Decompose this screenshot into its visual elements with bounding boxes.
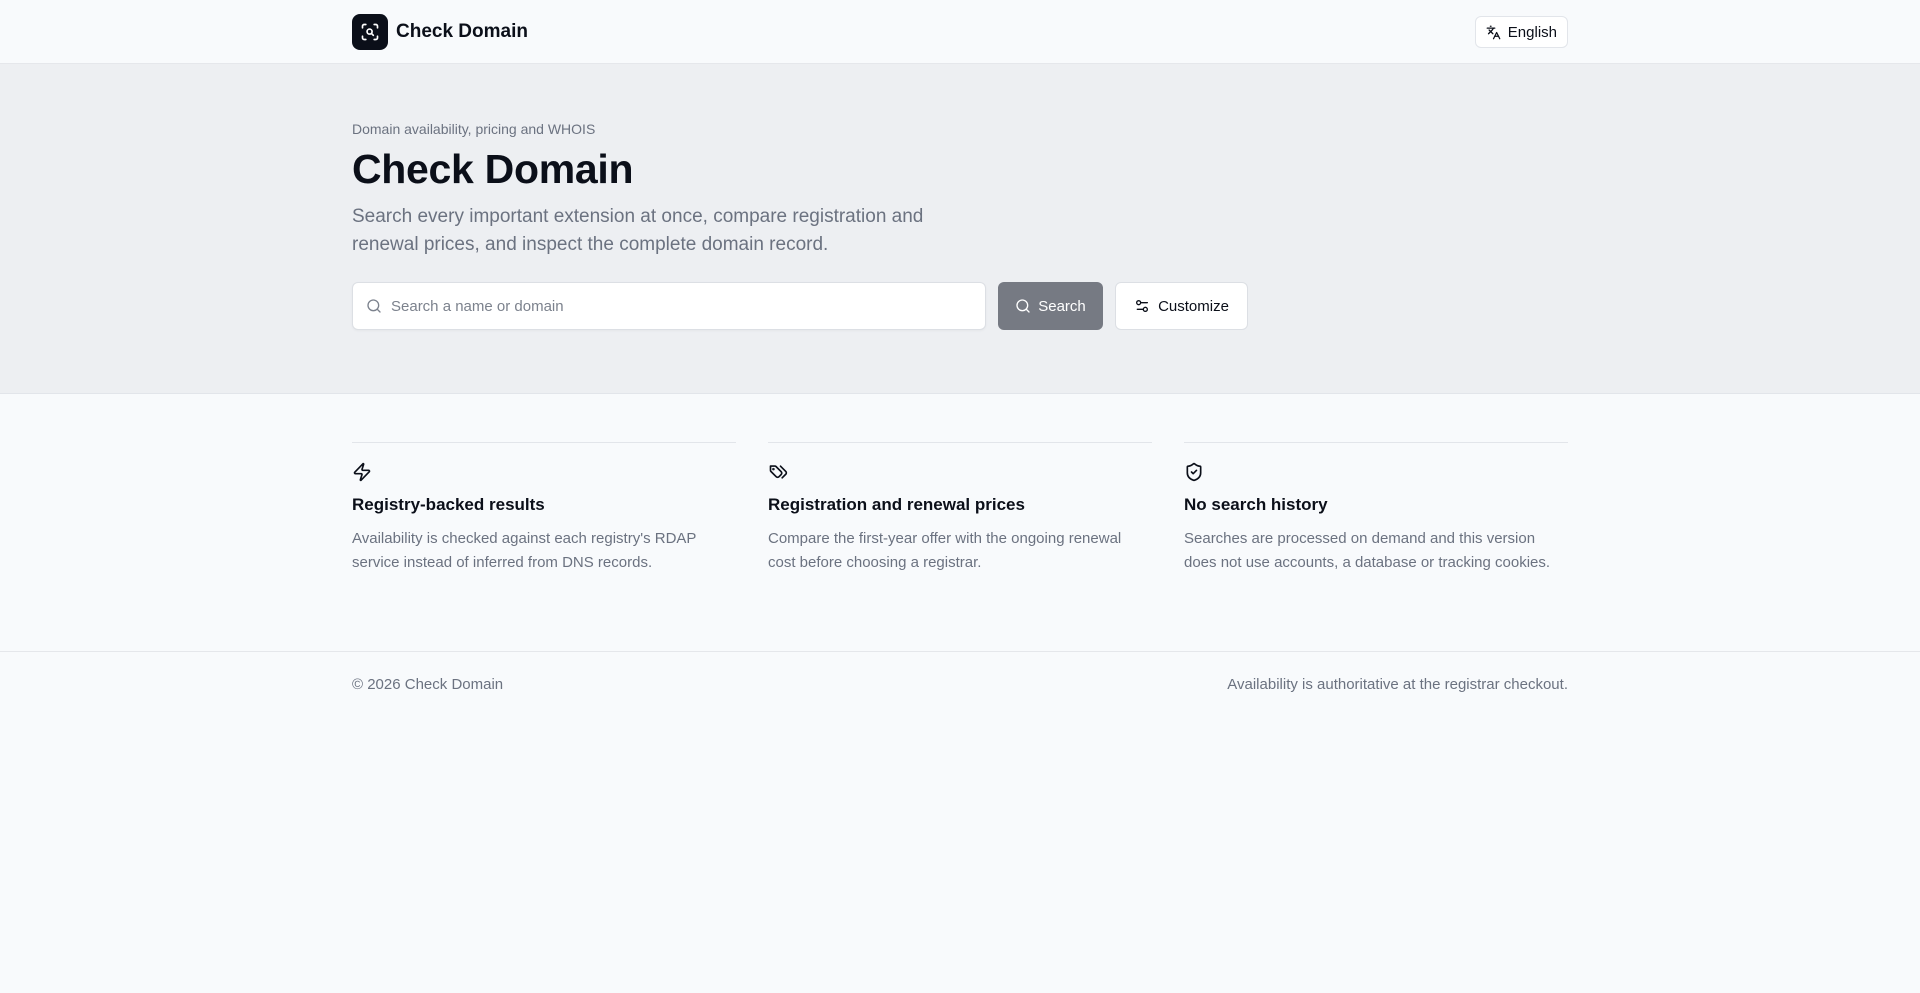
feature-description: Availability is checked against each reg… — [352, 530, 697, 571]
search-field — [352, 282, 986, 330]
tags-icon — [769, 465, 788, 479]
footer-note: Availability is authoritative at the reg… — [1227, 676, 1568, 693]
footer: © 2026 Check Domain Availability is auth… — [0, 652, 1920, 693]
language-label: English — [1507, 23, 1557, 41]
search-icon — [1016, 299, 1030, 313]
feature-description: Compare the first-year offer with the on… — [768, 530, 1122, 571]
hero-eyebrow: Domain availability, pricing and WHOIS — [352, 121, 596, 137]
feature-pricing: Registration and renewal prices Compare … — [768, 442, 1152, 575]
brand-link[interactable]: Check Domain — [352, 14, 528, 50]
hero-section: Domain availability, pricing and WHOIS C… — [0, 64, 1920, 394]
search-icon — [367, 299, 381, 313]
brand-name: Check Domain — [396, 21, 528, 42]
feature-title: Registry-backed results — [352, 495, 545, 514]
languages-icon — [1486, 25, 1501, 39]
feature-title: No search history — [1184, 495, 1328, 514]
brand-logo-icon — [352, 14, 388, 50]
search-button[interactable]: Search — [998, 282, 1103, 330]
zap-icon — [353, 462, 371, 482]
search-input[interactable] — [391, 297, 971, 315]
feature-registry: Registry-backed results Availability is … — [352, 442, 736, 575]
shield-check-icon — [1186, 462, 1202, 482]
customize-button-label: Customize — [1158, 297, 1229, 315]
search-bar: Search Customize — [352, 282, 1568, 330]
feature-description: Searches are processed on demand and thi… — [1184, 530, 1551, 571]
top-nav: Check Domain English — [0, 0, 1920, 64]
page-title: Check Domain — [352, 146, 634, 192]
hero-description: Search every important extension at once… — [352, 206, 924, 255]
feature-privacy: No search history Searches are processed… — [1184, 442, 1568, 575]
features-section: Registry-backed results Availability is … — [0, 394, 1920, 652]
search-button-label: Search — [1038, 297, 1086, 315]
footer-copyright: © 2026 Check Domain — [352, 676, 504, 693]
sliders-icon — [1136, 300, 1149, 312]
language-selector-button[interactable]: English — [1474, 16, 1568, 48]
customize-button[interactable]: Customize — [1115, 282, 1248, 330]
feature-title: Registration and renewal prices — [768, 495, 1025, 514]
